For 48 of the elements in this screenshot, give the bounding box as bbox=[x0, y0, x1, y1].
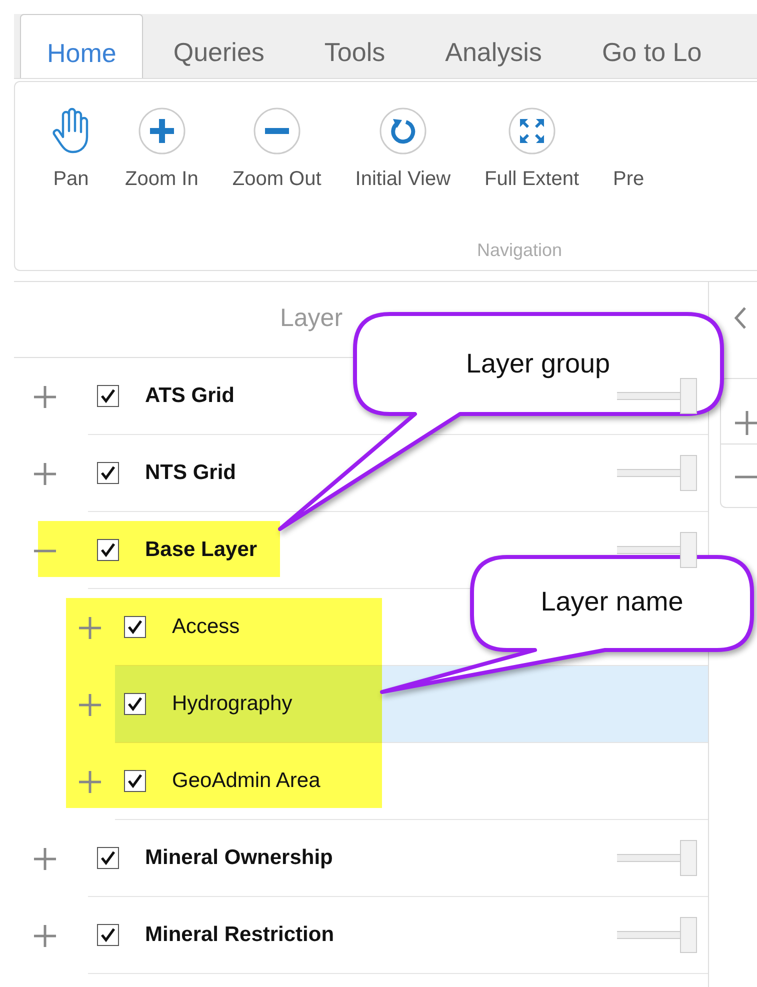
layer-name[interactable]: GeoAdmin Area bbox=[172, 769, 320, 793]
slider-thumb[interactable] bbox=[680, 378, 697, 414]
slider-thumb[interactable] bbox=[680, 532, 697, 568]
expand-icon[interactable] bbox=[78, 616, 102, 640]
callout-text: Layer name bbox=[540, 586, 684, 618]
zoom-in-icon bbox=[138, 107, 186, 155]
checkbox[interactable] bbox=[97, 847, 119, 869]
layer-name[interactable]: Base Layer bbox=[145, 538, 258, 562]
expand-icon[interactable] bbox=[33, 924, 57, 948]
checkbox[interactable] bbox=[124, 693, 146, 715]
expand-icon[interactable] bbox=[33, 385, 57, 409]
expand-icon[interactable] bbox=[33, 462, 57, 486]
tool-button[interactable]: Zoom Out bbox=[226, 106, 328, 191]
hand-icon bbox=[51, 107, 91, 155]
slider-thumb[interactable] bbox=[680, 840, 697, 876]
expand-arrows-icon bbox=[508, 107, 556, 155]
expand-icon[interactable] bbox=[33, 847, 57, 871]
layer-name[interactable]: NTS Grid bbox=[145, 461, 236, 485]
checkbox[interactable] bbox=[124, 770, 146, 792]
expand-icon[interactable] bbox=[78, 693, 102, 717]
expand-icon[interactable] bbox=[78, 770, 102, 794]
tab[interactable]: Go to Lo bbox=[572, 14, 732, 78]
checkbox[interactable] bbox=[97, 385, 119, 407]
tool-button[interactable]: Full Extent bbox=[478, 106, 585, 191]
group-label: Navigation bbox=[477, 240, 562, 261]
checkbox[interactable] bbox=[97, 924, 119, 946]
layer-name[interactable]: ATS Grid bbox=[145, 384, 234, 408]
zoom-out-icon bbox=[252, 107, 301, 155]
checkbox[interactable] bbox=[97, 462, 119, 484]
tool-button[interactable]: Pre bbox=[607, 106, 650, 191]
checkbox[interactable] bbox=[97, 539, 119, 561]
panel-title: Layer bbox=[280, 304, 343, 332]
tool-button[interactable]: Initial View bbox=[349, 106, 457, 191]
tool-button[interactable]: Zoom In bbox=[119, 106, 204, 191]
chevron-left-icon[interactable] bbox=[733, 306, 747, 330]
slider-thumb[interactable] bbox=[680, 917, 697, 953]
checkbox[interactable] bbox=[124, 616, 146, 638]
layer-name[interactable]: Mineral Ownership bbox=[145, 846, 333, 870]
tab[interactable]: Home bbox=[20, 14, 144, 78]
tab[interactable]: Analysis bbox=[415, 14, 572, 78]
slider-thumb[interactable] bbox=[680, 455, 697, 491]
tab[interactable]: Queries bbox=[143, 14, 294, 78]
layer-name[interactable]: Mineral Restriction bbox=[145, 923, 334, 947]
layer-name[interactable]: Hydrography bbox=[172, 692, 292, 716]
tool-button[interactable]: Pan bbox=[45, 106, 97, 191]
layer-name[interactable]: Access bbox=[172, 615, 240, 639]
callout-text: Layer group bbox=[466, 348, 610, 380]
tab[interactable]: Tools bbox=[294, 14, 416, 78]
